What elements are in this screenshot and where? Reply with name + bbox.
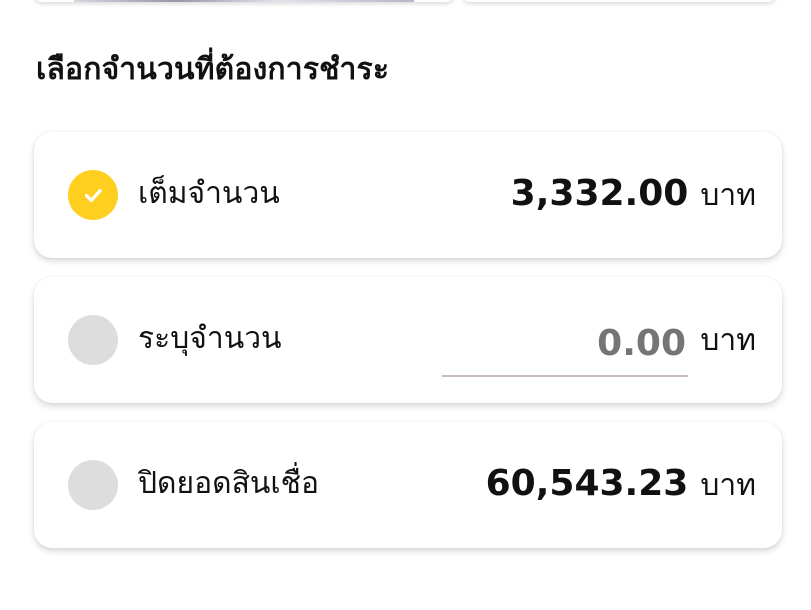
option-close-loan-value: 60,543.23 บาท bbox=[486, 462, 756, 506]
custom-amount-input[interactable] bbox=[442, 317, 688, 369]
previous-card-right bbox=[462, 0, 776, 2]
currency-unit: บาท bbox=[700, 178, 756, 213]
currency-unit: บาท bbox=[700, 468, 756, 503]
option-close-loan[interactable]: ปิดยอดสินเชื่อ 60,543.23 บาท bbox=[34, 422, 782, 548]
previous-card-image bbox=[74, 0, 414, 2]
currency-unit: บาท bbox=[700, 323, 756, 358]
payment-amount-screen: เลือกจำนวนที่ต้องการชำระ เต็มจำนวน 3,332… bbox=[0, 0, 811, 610]
option-custom-amount[interactable]: ระบุจำนวน บาท bbox=[34, 277, 782, 403]
amount-value: 3,332.00 bbox=[510, 173, 689, 214]
option-full-amount-label: เต็มจำนวน bbox=[138, 176, 280, 211]
option-close-loan-label: ปิดยอดสินเชื่อ bbox=[138, 466, 320, 501]
radio-unselected[interactable] bbox=[68, 315, 118, 365]
option-full-amount[interactable]: เต็มจำนวน 3,332.00 บาท bbox=[34, 132, 782, 258]
check-icon bbox=[84, 189, 102, 203]
section-title: เลือกจำนวนที่ต้องการชำระ bbox=[36, 52, 390, 87]
previous-card-left bbox=[34, 0, 454, 2]
custom-amount-field bbox=[442, 317, 688, 377]
previous-section-cards bbox=[34, 0, 776, 2]
radio-unselected[interactable] bbox=[68, 460, 118, 510]
option-full-amount-value: 3,332.00 บาท bbox=[511, 172, 756, 216]
amount-value: 60,543.23 bbox=[485, 463, 689, 504]
option-custom-amount-label: ระบุจำนวน bbox=[138, 321, 282, 356]
radio-selected[interactable] bbox=[68, 170, 118, 220]
